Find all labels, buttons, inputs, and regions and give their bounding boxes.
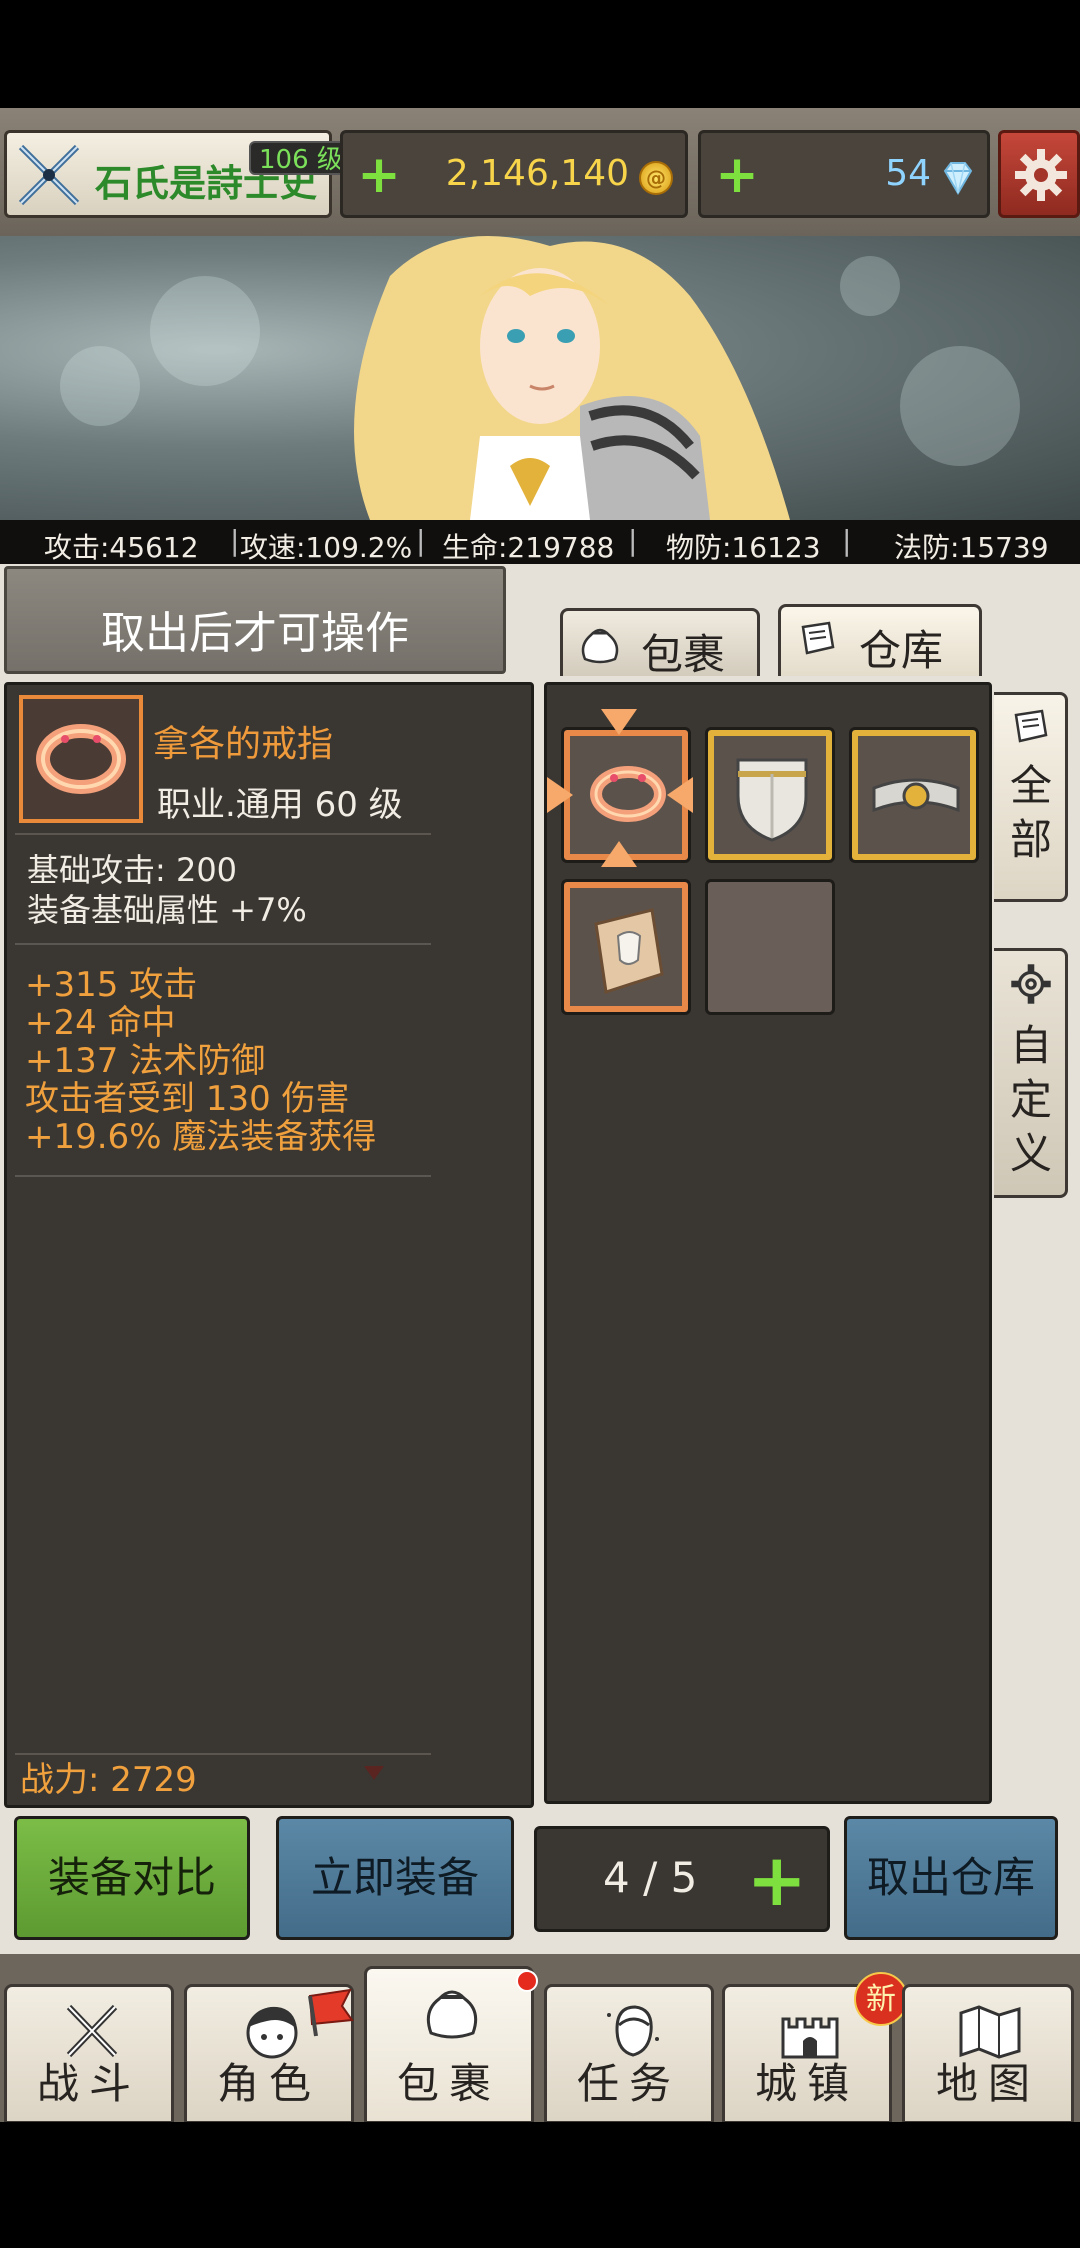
nav-battle[interactable]: 战斗 [4, 1984, 174, 2124]
gem-display: + 54 [698, 130, 990, 218]
system-nav-bar [0, 2122, 1080, 2248]
bottom-nav: 战斗 角色 包裹 任务 城镇 新 地图 [0, 1954, 1080, 2124]
gear-icon [1015, 149, 1067, 201]
crossed-swords-emblem-icon [18, 144, 80, 206]
notice-text: 取出后才可操作 [101, 608, 409, 659]
player-profile[interactable]: 石氏是詩士史 106 级 [4, 130, 353, 218]
shield-icon [736, 758, 808, 842]
level-badge: 106 级 [249, 141, 353, 175]
tab-storage[interactable]: 仓库 [778, 604, 982, 676]
stat-attack: 攻击:45612 [44, 531, 199, 564]
ring-icon [36, 724, 126, 794]
item-name: 拿各的戒指 [153, 724, 334, 765]
flag-alert-icon [308, 1988, 354, 2037]
nav-label: 包裹 [396, 2059, 501, 2108]
side-tab-custom-char: 自 [1009, 1021, 1052, 1070]
belt-icon [872, 778, 960, 813]
item-power: 战力: 2729 [20, 1760, 197, 1800]
nav-bag[interactable]: 包裹 [364, 1966, 534, 2124]
side-tab-custom-char: 义 [1009, 1129, 1052, 1178]
withdraw-button[interactable]: 取出仓库 [844, 1816, 1058, 1940]
tab-storage-label: 仓库 [859, 626, 944, 675]
page-indicator: 4 / 5 [603, 1853, 698, 1902]
scroll-icon [1014, 709, 1048, 743]
gold-display: + 2,146,140 @ [340, 130, 688, 218]
nav-label: 角色 [216, 2059, 321, 2108]
compare-button[interactable]: 装备对比 [14, 1816, 250, 1940]
hero-portrait [354, 236, 790, 520]
item-detail-panel: 拿各的戒指 职业.通用 60 级 基础攻击: 200 装备基础属性 +7% +3… [4, 682, 534, 1808]
selection-arrow-top-icon [601, 709, 637, 735]
selection-arrow-left-icon [547, 777, 573, 813]
side-tab-custom-char: 定 [1009, 1075, 1052, 1124]
notification-dot [516, 1970, 538, 1992]
nav-label: 城镇 [754, 2059, 859, 2108]
item-class-level: 职业.通用 60 级 [157, 785, 403, 825]
item-bonus-stat: +19.6% 魔法装备获得 [25, 1117, 377, 1157]
selection-arrow-bottom-icon [601, 841, 637, 867]
selection-arrow-right-icon [667, 777, 693, 813]
divider [15, 943, 431, 945]
bag-icon [581, 628, 619, 664]
tab-bag[interactable]: 包裹 [560, 608, 760, 679]
top-bar: 石氏是詩士史 106 级 + 2,146,140 @ + 54 [0, 108, 1080, 236]
bag-icon [426, 1990, 478, 2039]
inventory-slot-belt[interactable] [849, 727, 979, 863]
scroll-icon [801, 621, 835, 655]
inventory-slot-shield[interactable] [705, 727, 835, 863]
nav-label: 战斗 [36, 2059, 141, 2108]
nav-quest[interactable]: 任务 [544, 1984, 714, 2124]
stat-phys-def: 物防:16123 [666, 531, 821, 564]
stat-attack-speed: 攻速:109.2% [240, 531, 413, 564]
equip-now-button[interactable]: 立即装备 [276, 1816, 514, 1940]
new-badge: 新 [854, 1972, 908, 2026]
coin-icon: @ [639, 161, 673, 195]
gold-value: 2,146,140 [445, 153, 629, 194]
scroll-icon [594, 908, 664, 994]
inventory-panel [544, 682, 992, 1804]
status-bar [0, 0, 1080, 108]
settings-button[interactable] [998, 130, 1080, 218]
nav-label: 任务 [576, 2059, 681, 2108]
divider [15, 833, 431, 835]
diamond-icon [943, 162, 973, 195]
nav-label: 地图 [935, 2059, 1040, 2108]
add-page-icon[interactable]: + [747, 1837, 807, 1923]
side-tab-all[interactable]: 全 部 [994, 692, 1068, 902]
side-tab-all-char: 全 [1009, 761, 1052, 810]
inventory-slot-scroll[interactable] [561, 879, 691, 1015]
stats-strip: 攻击:45612 | 攻速:109.2% | 生命:219788 | 物防:16… [0, 520, 1080, 564]
page-counter: 4 / 5 + [534, 1826, 830, 1932]
stat-magic-def: 法防:15739 [894, 531, 1049, 564]
stat-hp: 生命:219788 [442, 531, 615, 564]
add-gem-icon[interactable]: + [709, 147, 765, 203]
side-tab-custom[interactable]: 自 定 义 [994, 948, 1068, 1198]
notice-bar: 取出后才可操作 [4, 566, 506, 674]
main-area: 取出后才可操作 包裹 仓库 拿各的戒指 职业.通用 60 级 基础攻击: 200 [0, 564, 1080, 1954]
hero-banner [0, 236, 1080, 520]
tab-bag-label: 包裹 [641, 630, 726, 679]
divider [15, 1175, 431, 1177]
item-detail-frame [19, 695, 143, 823]
ring-icon [590, 766, 666, 822]
gem-value: 54 [885, 153, 931, 194]
item-base-attr: 装备基础属性 +7% [27, 891, 307, 929]
inventory-slot-empty[interactable] [705, 879, 835, 1015]
side-tab-all-char: 部 [1009, 815, 1052, 864]
power-down-arrow-icon [364, 1766, 384, 1780]
gear-icon [1011, 964, 1051, 1004]
nav-map[interactable]: 地图 [902, 1984, 1074, 2124]
add-gold-icon[interactable]: + [351, 147, 407, 203]
